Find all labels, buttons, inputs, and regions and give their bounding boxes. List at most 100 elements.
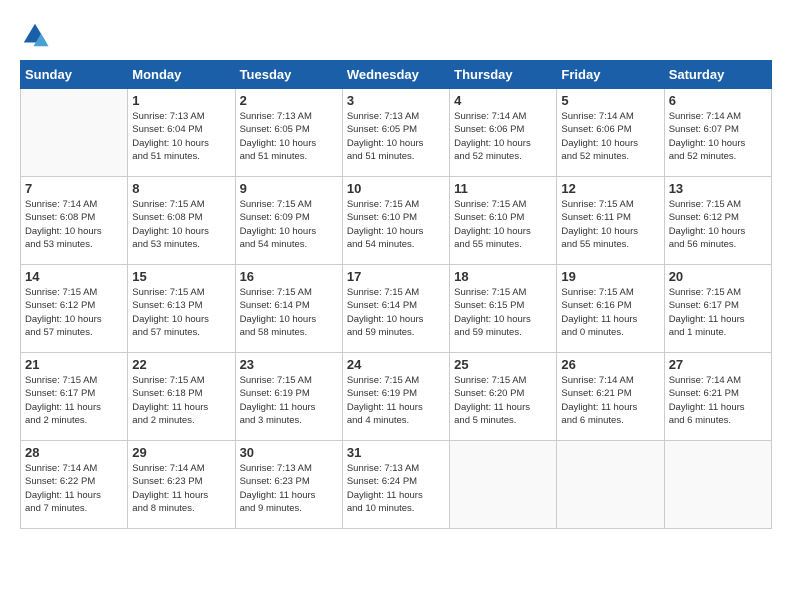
day-info: Sunrise: 7:14 AM Sunset: 6:08 PM Dayligh… — [25, 198, 123, 251]
day-number: 7 — [25, 181, 123, 196]
day-info: Sunrise: 7:15 AM Sunset: 6:17 PM Dayligh… — [669, 286, 767, 339]
day-number: 14 — [25, 269, 123, 284]
header — [20, 20, 772, 50]
calendar-cell — [557, 441, 664, 529]
day-info: Sunrise: 7:15 AM Sunset: 6:14 PM Dayligh… — [240, 286, 338, 339]
calendar-cell: 1 Sunrise: 7:13 AM Sunset: 6:04 PM Daylig… — [128, 89, 235, 177]
header-day-monday: Monday — [128, 61, 235, 89]
calendar-header: SundayMondayTuesdayWednesdayThursdayFrid… — [21, 61, 772, 89]
calendar-cell: 26Sunrise: 7:14 AM Sunset: 6:21 PM Dayli… — [557, 353, 664, 441]
day-number: 19 — [561, 269, 659, 284]
header-day-saturday: Saturday — [664, 61, 771, 89]
day-info: Sunrise: 7:15 AM Sunset: 6:12 PM Dayligh… — [669, 198, 767, 251]
calendar-cell — [450, 441, 557, 529]
day-info: Sunrise: 7:13 AM Sunset: 6:23 PM Dayligh… — [240, 462, 338, 515]
week-row-0: 1 Sunrise: 7:13 AM Sunset: 6:04 PM Daylig… — [21, 89, 772, 177]
day-number: 8 — [132, 181, 230, 196]
day-info: Sunrise: 7:14 AM Sunset: 6:21 PM Dayligh… — [561, 374, 659, 427]
day-number: 25 — [454, 357, 552, 372]
calendar-cell: 9 Sunrise: 7:15 AM Sunset: 6:09 PM Daylig… — [235, 177, 342, 265]
day-info: Sunrise: 7:15 AM Sunset: 6:14 PM Dayligh… — [347, 286, 445, 339]
calendar-cell: 20 Sunrise: 7:15 AM Sunset: 6:17 PM Dayli… — [664, 265, 771, 353]
day-number: 16 — [240, 269, 338, 284]
calendar-cell: 16 Sunrise: 7:15 AM Sunset: 6:14 PM Dayli… — [235, 265, 342, 353]
header-day-tuesday: Tuesday — [235, 61, 342, 89]
day-info: Sunrise: 7:15 AM Sunset: 6:15 PM Dayligh… — [454, 286, 552, 339]
calendar-cell: 3 Sunrise: 7:13 AM Sunset: 6:05 PM Daylig… — [342, 89, 449, 177]
day-number: 20 — [669, 269, 767, 284]
day-info: Sunrise: 7:15 AM Sunset: 6:13 PM Dayligh… — [132, 286, 230, 339]
day-number: 21 — [25, 357, 123, 372]
calendar-cell: 21 Sunrise: 7:15 AM Sunset: 6:17 PM Dayli… — [21, 353, 128, 441]
day-number: 10 — [347, 181, 445, 196]
calendar-body: 1 Sunrise: 7:13 AM Sunset: 6:04 PM Daylig… — [21, 89, 772, 529]
calendar-cell: 17Sunrise: 7:15 AM Sunset: 6:14 PM Dayli… — [342, 265, 449, 353]
calendar-cell: 28 Sunrise: 7:14 AM Sunset: 6:22 PM Dayli… — [21, 441, 128, 529]
header-day-sunday: Sunday — [21, 61, 128, 89]
day-number: 23 — [240, 357, 338, 372]
calendar-cell: 10 Sunrise: 7:15 AM Sunset: 6:10 PM Dayli… — [342, 177, 449, 265]
day-info: Sunrise: 7:14 AM Sunset: 6:22 PM Dayligh… — [25, 462, 123, 515]
calendar-table: SundayMondayTuesdayWednesdayThursdayFrid… — [20, 60, 772, 529]
calendar-cell: 18Sunrise: 7:15 AM Sunset: 6:15 PM Dayli… — [450, 265, 557, 353]
day-number: 31 — [347, 445, 445, 460]
calendar-cell: 8Sunrise: 7:15 AM Sunset: 6:08 PM Daylig… — [128, 177, 235, 265]
day-info: Sunrise: 7:15 AM Sunset: 6:09 PM Dayligh… — [240, 198, 338, 251]
day-info: Sunrise: 7:15 AM Sunset: 6:18 PM Dayligh… — [132, 374, 230, 427]
week-row-4: 28 Sunrise: 7:14 AM Sunset: 6:22 PM Dayli… — [21, 441, 772, 529]
day-info: Sunrise: 7:13 AM Sunset: 6:04 PM Dayligh… — [132, 110, 230, 163]
day-info: Sunrise: 7:13 AM Sunset: 6:05 PM Dayligh… — [240, 110, 338, 163]
week-row-3: 21 Sunrise: 7:15 AM Sunset: 6:17 PM Dayli… — [21, 353, 772, 441]
day-number: 29 — [132, 445, 230, 460]
week-row-2: 14 Sunrise: 7:15 AM Sunset: 6:12 PM Dayli… — [21, 265, 772, 353]
header-row: SundayMondayTuesdayWednesdayThursdayFrid… — [21, 61, 772, 89]
calendar-cell — [664, 441, 771, 529]
calendar-cell: 24 Sunrise: 7:15 AM Sunset: 6:19 PM Dayli… — [342, 353, 449, 441]
week-row-1: 7 Sunrise: 7:14 AM Sunset: 6:08 PM Daylig… — [21, 177, 772, 265]
calendar-cell: 15 Sunrise: 7:15 AM Sunset: 6:13 PM Dayli… — [128, 265, 235, 353]
calendar-cell: 27Sunrise: 7:14 AM Sunset: 6:21 PM Dayli… — [664, 353, 771, 441]
calendar-cell: 7 Sunrise: 7:14 AM Sunset: 6:08 PM Daylig… — [21, 177, 128, 265]
calendar-cell: 23 Sunrise: 7:15 AM Sunset: 6:19 PM Dayli… — [235, 353, 342, 441]
calendar-cell: 13Sunrise: 7:15 AM Sunset: 6:12 PM Dayli… — [664, 177, 771, 265]
header-day-thursday: Thursday — [450, 61, 557, 89]
logo — [20, 20, 52, 50]
calendar-cell: 5Sunrise: 7:14 AM Sunset: 6:06 PM Daylig… — [557, 89, 664, 177]
calendar-cell: 30 Sunrise: 7:13 AM Sunset: 6:23 PM Dayli… — [235, 441, 342, 529]
day-number: 5 — [561, 93, 659, 108]
calendar-cell: 22 Sunrise: 7:15 AM Sunset: 6:18 PM Dayli… — [128, 353, 235, 441]
day-info: Sunrise: 7:15 AM Sunset: 6:12 PM Dayligh… — [25, 286, 123, 339]
day-info: Sunrise: 7:14 AM Sunset: 6:06 PM Dayligh… — [454, 110, 552, 163]
calendar-cell: 6Sunrise: 7:14 AM Sunset: 6:07 PM Daylig… — [664, 89, 771, 177]
day-info: Sunrise: 7:15 AM Sunset: 6:20 PM Dayligh… — [454, 374, 552, 427]
logo-icon — [20, 20, 50, 50]
calendar-cell: 29Sunrise: 7:14 AM Sunset: 6:23 PM Dayli… — [128, 441, 235, 529]
day-number: 15 — [132, 269, 230, 284]
day-number: 27 — [669, 357, 767, 372]
day-number: 1 — [132, 93, 230, 108]
day-number: 12 — [561, 181, 659, 196]
day-info: Sunrise: 7:15 AM Sunset: 6:19 PM Dayligh… — [240, 374, 338, 427]
header-day-friday: Friday — [557, 61, 664, 89]
day-number: 22 — [132, 357, 230, 372]
day-info: Sunrise: 7:15 AM Sunset: 6:10 PM Dayligh… — [347, 198, 445, 251]
day-info: Sunrise: 7:15 AM Sunset: 6:19 PM Dayligh… — [347, 374, 445, 427]
day-info: Sunrise: 7:15 AM Sunset: 6:17 PM Dayligh… — [25, 374, 123, 427]
day-number: 9 — [240, 181, 338, 196]
day-info: Sunrise: 7:15 AM Sunset: 6:11 PM Dayligh… — [561, 198, 659, 251]
calendar-cell: 2Sunrise: 7:13 AM Sunset: 6:05 PM Daylig… — [235, 89, 342, 177]
calendar-cell: 25 Sunrise: 7:15 AM Sunset: 6:20 PM Dayli… — [450, 353, 557, 441]
day-number: 28 — [25, 445, 123, 460]
day-info: Sunrise: 7:14 AM Sunset: 6:07 PM Dayligh… — [669, 110, 767, 163]
day-number: 24 — [347, 357, 445, 372]
day-number: 30 — [240, 445, 338, 460]
calendar-cell: 12 Sunrise: 7:15 AM Sunset: 6:11 PM Dayli… — [557, 177, 664, 265]
day-info: Sunrise: 7:13 AM Sunset: 6:05 PM Dayligh… — [347, 110, 445, 163]
calendar-cell: 19Sunrise: 7:15 AM Sunset: 6:16 PM Dayli… — [557, 265, 664, 353]
day-info: Sunrise: 7:15 AM Sunset: 6:10 PM Dayligh… — [454, 198, 552, 251]
calendar-cell — [21, 89, 128, 177]
day-number: 4 — [454, 93, 552, 108]
day-number: 3 — [347, 93, 445, 108]
calendar-cell: 31Sunrise: 7:13 AM Sunset: 6:24 PM Dayli… — [342, 441, 449, 529]
page-container: SundayMondayTuesdayWednesdayThursdayFrid… — [0, 0, 792, 539]
